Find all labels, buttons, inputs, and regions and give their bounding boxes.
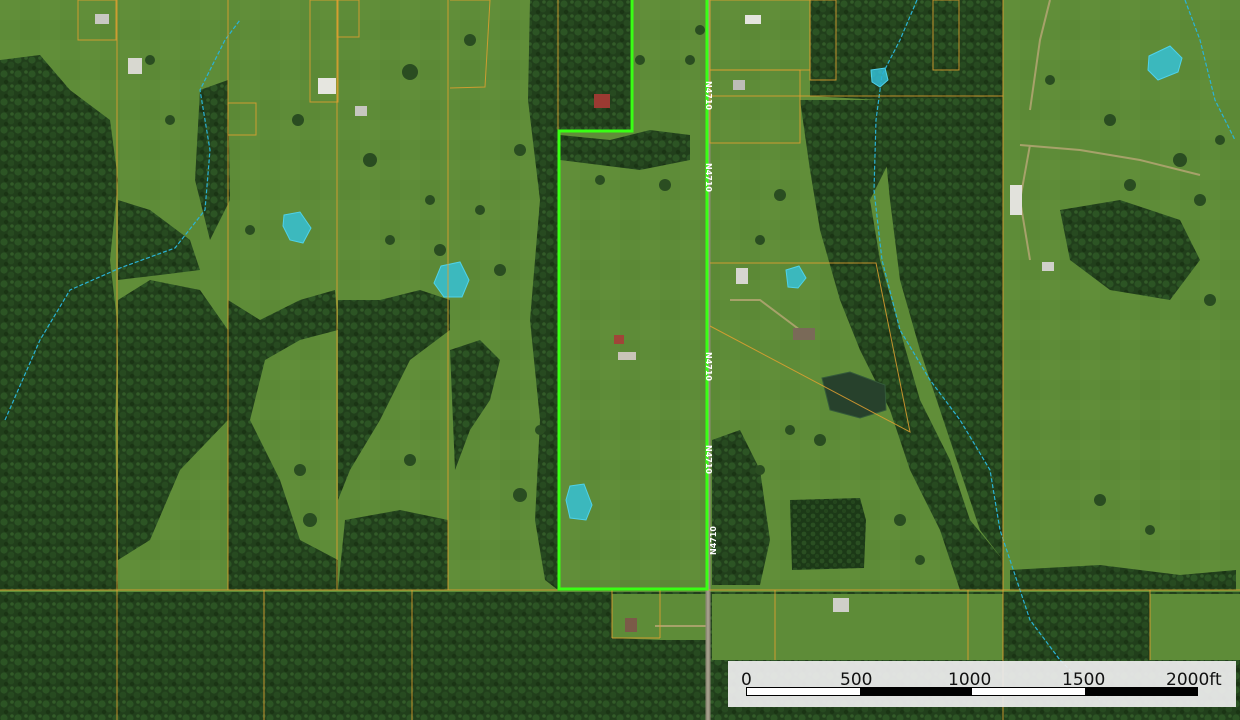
scale-segment xyxy=(972,688,1085,695)
road-label: N4710 xyxy=(709,526,718,555)
scale-segment xyxy=(747,688,860,695)
scale-bar: 0 500 1000 1500 2000ft xyxy=(728,661,1236,707)
aerial-parcel-map[interactable]: N4710 N4710 N4710 N4710 N4710 xyxy=(0,0,1240,720)
scale-bar-graphic xyxy=(746,687,1198,696)
road-label: N4710 xyxy=(704,445,713,474)
scale-segment xyxy=(1084,688,1197,695)
scale-segment xyxy=(859,688,972,695)
road-label: N4710 xyxy=(704,81,713,110)
road-label: N4710 xyxy=(704,352,713,381)
road-label: N4710 xyxy=(704,163,713,192)
pine-plantation xyxy=(790,498,866,570)
